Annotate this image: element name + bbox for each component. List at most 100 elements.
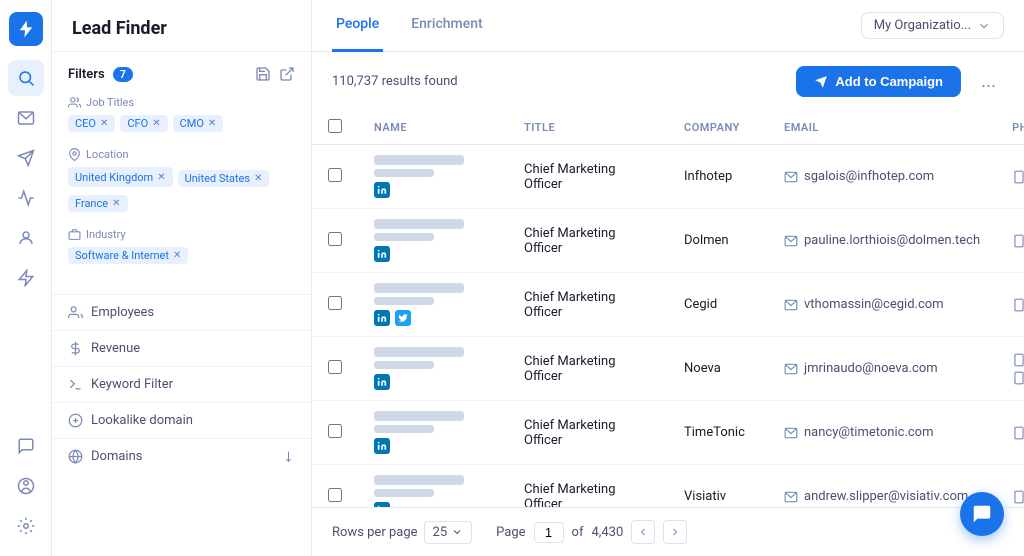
tab-people[interactable]: People	[332, 0, 383, 52]
chat-fab-button[interactable]	[960, 492, 1004, 536]
phone-cell-1: +33 2...	[996, 209, 1024, 273]
job-titles-label: Job Titles	[68, 96, 295, 109]
phone-cell-4: +33 9...	[996, 401, 1024, 465]
social-icons-2	[374, 310, 492, 326]
row-checkbox-5[interactable]	[328, 488, 342, 502]
nav-automation[interactable]	[8, 260, 44, 296]
remove-software-tag[interactable]: ✕	[173, 250, 181, 261]
remove-uk-tag[interactable]: ✕	[157, 172, 165, 183]
email-cell-2: vthomassin@cegid.com	[768, 273, 996, 337]
filter-tag-france[interactable]: France ✕	[68, 195, 128, 212]
row-checkbox-0[interactable]	[328, 168, 342, 182]
col-email: EMAIL	[768, 111, 996, 145]
nav-chat[interactable]	[8, 428, 44, 464]
select-all-checkbox[interactable]	[328, 119, 342, 133]
nav-profile[interactable]	[8, 468, 44, 504]
remove-ceo-tag[interactable]: ✕	[100, 118, 108, 129]
filter-tag-software[interactable]: Software & Internet ✕	[68, 247, 188, 264]
content-toolbar: 110,737 results found Add to Campaign ..…	[312, 52, 1024, 111]
person-subname-blur-4	[374, 425, 434, 433]
results-count: 110,737 results found	[332, 74, 784, 89]
linkedin-icon-0[interactable]	[374, 182, 390, 198]
phone-icon-2	[1012, 298, 1024, 312]
org-selector[interactable]: My Organizatio...	[861, 12, 1004, 39]
next-page-button[interactable]	[663, 520, 687, 544]
export-filter-icon[interactable]	[279, 66, 295, 82]
remove-us-tag[interactable]: ✕	[254, 173, 262, 184]
pagination-bar: Rows per page 25 Page of 4,430	[312, 507, 1024, 556]
linkedin-icon-3[interactable]	[374, 374, 390, 390]
revenue-filter-row[interactable]: Revenue	[52, 330, 311, 366]
linkedin-icon-2[interactable]	[374, 310, 390, 326]
email-icon-1	[784, 234, 798, 248]
filter-tag-cfo[interactable]: CFO ✕	[120, 115, 167, 132]
rows-per-page-control: Rows per page 25	[332, 521, 472, 544]
tab-enrichment[interactable]: Enrichment	[407, 0, 486, 52]
row-checkbox-2[interactable]	[328, 296, 342, 310]
table-row: Chief Marketing OfficerInfhotep sgalois@…	[312, 145, 1024, 209]
company-cell-2: Cegid	[668, 273, 768, 337]
keyword-filter-row[interactable]: Keyword Filter	[52, 366, 311, 402]
nav-search[interactable]	[8, 60, 44, 96]
email-value-5: andrew.slipper@visiativ.com	[804, 489, 968, 504]
filter-actions	[255, 66, 295, 82]
prev-page-button[interactable]	[631, 520, 655, 544]
job-titles-tags: CEO ✕ CFO ✕ CMO ✕	[68, 115, 295, 132]
person-subname-blur-0	[374, 169, 434, 177]
chevron-right-icon	[669, 526, 681, 538]
social-icons-4	[374, 438, 492, 454]
phone-icon-0	[1012, 170, 1024, 184]
app-logo[interactable]	[9, 12, 43, 46]
twitter-icon-2[interactable]	[395, 310, 411, 326]
of-label: of	[572, 525, 584, 540]
top-nav: People Enrichment My Organizatio...	[312, 0, 1024, 52]
email-icon-2	[784, 298, 798, 312]
linkedin-icon-1[interactable]	[374, 246, 390, 262]
more-options-button[interactable]: ...	[973, 67, 1004, 96]
job-titles-filter: Job Titles CEO ✕ CFO ✕ CMO ✕	[68, 96, 295, 132]
main-area: People Enrichment My Organizatio... 110,…	[312, 0, 1024, 556]
row-checkbox-4[interactable]	[328, 424, 342, 438]
rows-per-page-select[interactable]: 25	[424, 521, 473, 544]
title-cell-3: Chief Marketing Officer	[508, 337, 668, 401]
nav-analytics[interactable]	[8, 180, 44, 216]
remove-cfo-tag[interactable]: ✕	[152, 118, 160, 129]
company-cell-4: TimeTonic	[668, 401, 768, 465]
nav-user[interactable]	[8, 220, 44, 256]
phone-icon-5	[1012, 490, 1024, 504]
email-cell-4: nancy@timetonic.com	[768, 401, 996, 465]
linkedin-icon-4[interactable]	[374, 438, 390, 454]
app-title: Lead Finder	[52, 0, 311, 52]
row-checkbox-1[interactable]	[328, 232, 342, 246]
email-icon-0	[784, 170, 798, 184]
email-value-1: pauline.lorthiois@dolmen.tech	[804, 233, 980, 248]
domains-filter-row[interactable]: Domains	[52, 438, 311, 474]
filter-tag-us[interactable]: United States ✕	[178, 170, 270, 187]
employees-filter-row[interactable]: Employees	[52, 294, 311, 330]
table-body: Chief Marketing OfficerInfhotep sgalois@…	[312, 145, 1024, 508]
add-campaign-button[interactable]: Add to Campaign	[796, 66, 961, 97]
filter-tag-ceo[interactable]: CEO ✕	[68, 115, 115, 132]
phone-icon-1	[1012, 234, 1024, 248]
remove-france-tag[interactable]: ✕	[112, 198, 120, 209]
company-cell-1: Dolmen	[668, 209, 768, 273]
nav-send[interactable]	[8, 140, 44, 176]
org-label: My Organizatio...	[874, 18, 971, 33]
icon-sidebar	[0, 0, 52, 556]
lookalike-filter-row[interactable]: Lookalike domain	[52, 402, 311, 438]
nav-settings[interactable]	[8, 508, 44, 544]
filter-tag-uk[interactable]: United Kingdom ✕	[68, 167, 173, 187]
filter-count-badge: 7	[113, 67, 133, 82]
filter-tag-cmo[interactable]: CMO ✕	[173, 115, 224, 132]
row-checkbox-3[interactable]	[328, 360, 342, 374]
phone2-icon-3	[1012, 371, 1024, 385]
person-name-blur-4	[374, 411, 464, 421]
nav-mail[interactable]	[8, 100, 44, 136]
save-filter-icon[interactable]	[255, 66, 271, 82]
title-cell-2: Chief Marketing Officer	[508, 273, 668, 337]
results-table: NAME TITLE COMPANY EMAIL PHONE NUMBER Ch…	[312, 111, 1024, 507]
remove-cmo-tag[interactable]: ✕	[208, 118, 216, 129]
filters-panel: Lead Finder Filters 7 Job Titles CEO ✕	[52, 0, 312, 556]
location-label: Location	[68, 148, 295, 161]
page-number-input[interactable]	[534, 522, 564, 543]
